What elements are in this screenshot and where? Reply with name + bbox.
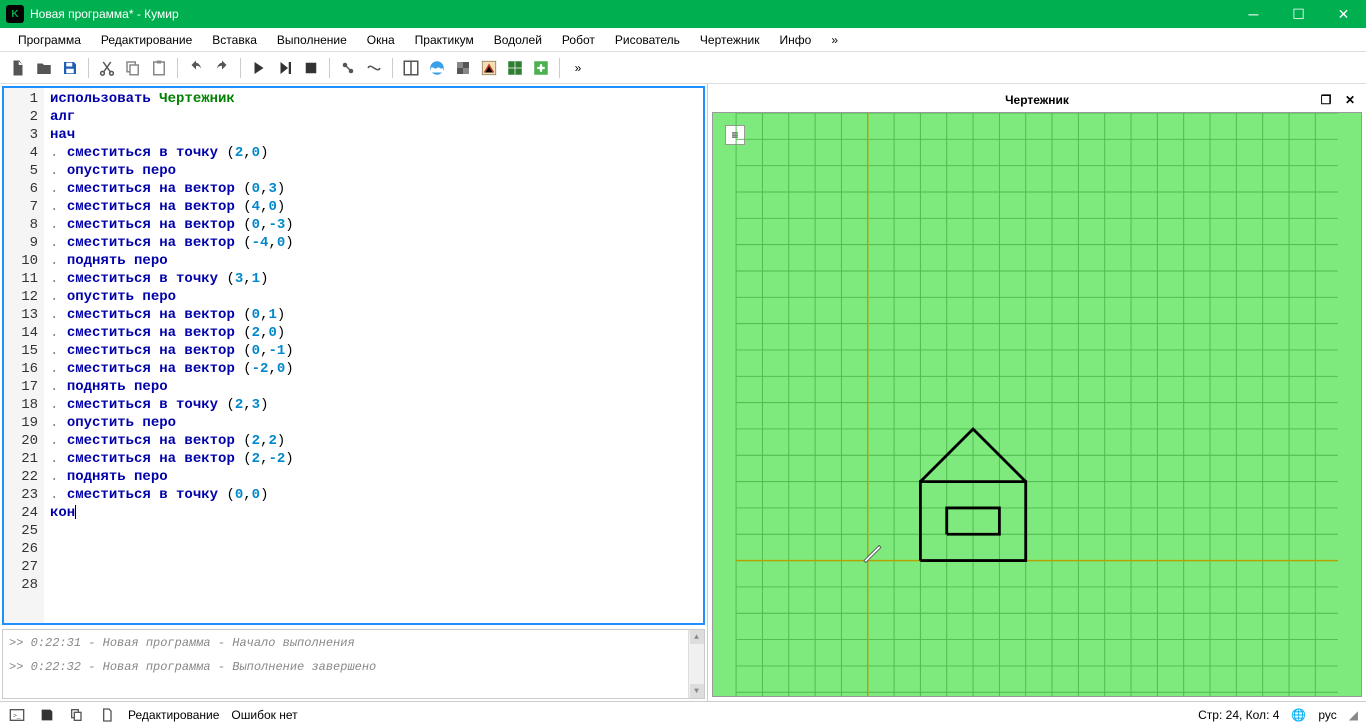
titlebar: K Новая программа* - Кумир ─ ☐ ✕ xyxy=(0,0,1366,28)
status-globe-icon[interactable]: 🌐 xyxy=(1291,708,1306,722)
code-area[interactable]: использовать Чертежникалгнач. сместиться… xyxy=(44,88,703,623)
toolbar: » xyxy=(0,52,1366,84)
code-editor[interactable]: 1234567891011121314151617181920212223242… xyxy=(2,86,705,625)
water-icon[interactable] xyxy=(425,56,449,80)
undo-icon[interactable] xyxy=(184,56,208,80)
robot-icon[interactable] xyxy=(451,56,475,80)
status-resize-grip-icon[interactable]: ◢ xyxy=(1349,708,1358,722)
minimize-button[interactable]: ─ xyxy=(1231,0,1276,28)
canvas-header: Чертежник ❐ ✕ xyxy=(712,88,1362,112)
status-save-icon[interactable] xyxy=(38,706,56,724)
drawing-canvas[interactable]: ≡ xyxy=(712,112,1362,697)
status-mode: Редактирование xyxy=(128,708,219,722)
drawer-icon[interactable] xyxy=(503,56,527,80)
close-button[interactable]: ✕ xyxy=(1321,0,1366,28)
editor-pane: 1234567891011121314151617181920212223242… xyxy=(0,84,708,701)
save-file-icon[interactable] xyxy=(58,56,82,80)
menu-водолей[interactable]: Водолей xyxy=(484,30,552,50)
canvas-pane: Чертежник ❐ ✕ ≡ xyxy=(708,84,1366,701)
app-icon: K xyxy=(6,5,24,23)
painter-icon[interactable] xyxy=(477,56,501,80)
actor-2-icon[interactable] xyxy=(362,56,386,80)
menu-»[interactable]: » xyxy=(821,30,848,50)
menu-окна[interactable]: Окна xyxy=(357,30,405,50)
console-line: >> 0:22:32 - Новая программа - Выполнени… xyxy=(9,660,698,674)
svg-text:>_: >_ xyxy=(13,712,21,719)
status-position: Стр: 24, Кол: 4 xyxy=(1198,708,1279,722)
open-file-icon[interactable] xyxy=(32,56,56,80)
actor-1-icon[interactable] xyxy=(336,56,360,80)
menu-инфо[interactable]: Инфо xyxy=(770,30,822,50)
new-file-icon[interactable] xyxy=(6,56,30,80)
canvas-restore-icon[interactable]: ❐ xyxy=(1318,92,1334,108)
window-title: Новая программа* - Кумир xyxy=(30,7,1231,21)
canvas-close-icon[interactable]: ✕ xyxy=(1342,92,1358,108)
cut-icon[interactable] xyxy=(95,56,119,80)
scroll-down-icon[interactable]: ▼ xyxy=(690,684,704,698)
copy-icon[interactable] xyxy=(121,56,145,80)
menu-программа[interactable]: Программа xyxy=(8,30,91,50)
redo-icon[interactable] xyxy=(210,56,234,80)
statusbar: >_ Редактирование Ошибок нет Стр: 24, Ко… xyxy=(0,701,1366,727)
status-terminal-icon[interactable]: >_ xyxy=(8,706,26,724)
maximize-button[interactable]: ☐ xyxy=(1276,0,1321,28)
menu-вставка[interactable]: Вставка xyxy=(202,30,267,50)
menu-рисователь[interactable]: Рисователь xyxy=(605,30,690,50)
line-gutter: 1234567891011121314151617181920212223242… xyxy=(4,88,44,623)
menu-практикум[interactable]: Практикум xyxy=(405,30,484,50)
status-doc-icon[interactable] xyxy=(98,706,116,724)
status-language: рус xyxy=(1318,708,1336,722)
console-line: >> 0:22:31 - Новая программа - Начало вы… xyxy=(9,636,698,650)
more-icon[interactable]: » xyxy=(566,56,590,80)
canvas-title: Чертежник xyxy=(1005,93,1069,107)
grid-plus-icon[interactable] xyxy=(529,56,553,80)
panel-1-icon[interactable] xyxy=(399,56,423,80)
run-icon[interactable] xyxy=(247,56,271,80)
menu-выполнение[interactable]: Выполнение xyxy=(267,30,357,50)
output-console: >> 0:22:31 - Новая программа - Начало вы… xyxy=(2,629,705,699)
console-scrollbar[interactable]: ▲ ▼ xyxy=(688,630,704,698)
step-icon[interactable] xyxy=(273,56,297,80)
stop-icon[interactable] xyxy=(299,56,323,80)
menubar: ПрограммаРедактированиеВставкаВыполнение… xyxy=(0,28,1366,52)
menu-редактирование[interactable]: Редактирование xyxy=(91,30,202,50)
status-copy-icon[interactable] xyxy=(68,706,86,724)
status-errors: Ошибок нет xyxy=(231,708,297,722)
scroll-up-icon[interactable]: ▲ xyxy=(690,630,704,644)
menu-робот[interactable]: Робот xyxy=(552,30,605,50)
paste-icon[interactable] xyxy=(147,56,171,80)
menu-чертежник[interactable]: Чертежник xyxy=(690,30,770,50)
